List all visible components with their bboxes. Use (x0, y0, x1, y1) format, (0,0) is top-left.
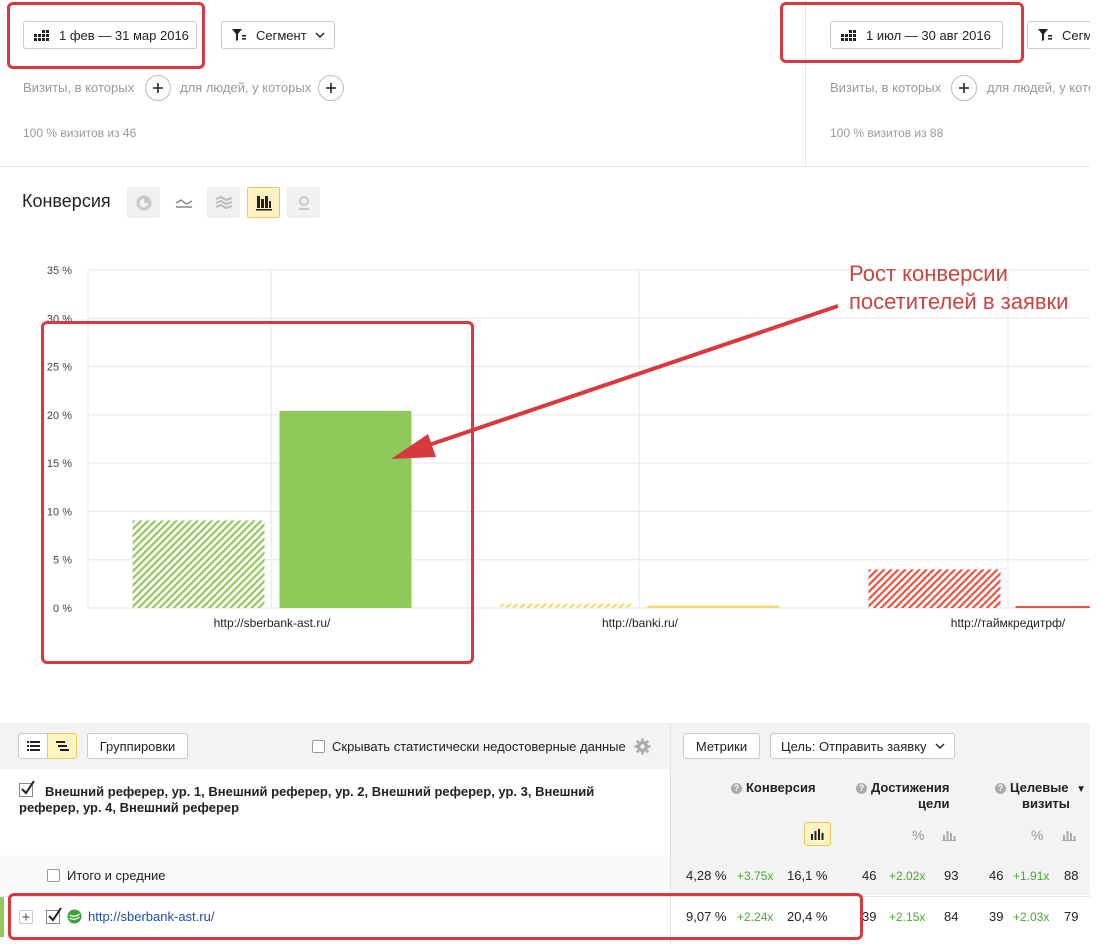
view-area-button[interactable] (207, 187, 240, 218)
add-visits-condition-button-2[interactable] (951, 75, 977, 101)
chart-title: Конверсия (22, 191, 111, 211)
view-bar-button[interactable] (247, 187, 280, 218)
bar-icon (255, 195, 272, 210)
gear-icon[interactable] (634, 738, 651, 760)
y-tick-label: 35 % (47, 265, 72, 277)
view-list-button[interactable] (18, 733, 48, 759)
sort-desc-icon[interactable]: ▼ (1076, 784, 1086, 795)
help-icon[interactable]: ? (731, 783, 742, 794)
dimensions-header-cell: Внешний реферер, ур. 1, Внешний реферер,… (0, 769, 670, 855)
segment-button-2[interactable]: Сегмент (1027, 21, 1090, 49)
annotation-line-1: Рост конверсии (849, 261, 1008, 286)
metrics-label: Метрики (695, 738, 748, 754)
totals-conv-b: 16,1 % (787, 868, 828, 883)
bar-icon (811, 828, 824, 840)
header-separator (0, 166, 1090, 167)
bar-period1-2[interactable] (500, 603, 633, 608)
bar-icon (1062, 831, 1076, 841)
totals-row: Итого и средние 4,28 % +3.75x 16,1 % 46 … (0, 855, 1090, 895)
totals-visits-ratio: +1.91x (1013, 869, 1050, 883)
view-pie-button[interactable] (127, 187, 160, 218)
bar-period1-3[interactable] (868, 569, 1001, 608)
table-header: Внешний реферер, ур. 1, Внешний реферер,… (0, 769, 1090, 855)
totals-conv-ratio: +3.75x (737, 869, 774, 883)
x-category-label: http://banki.ru/ (602, 616, 679, 630)
row-goal-ratio: +2.15x (889, 910, 926, 924)
highlight-sberbank-bars (41, 321, 474, 664)
highlight-date-range-1 (7, 2, 205, 69)
people-condition-label-2: для людей, у которых (987, 80, 1090, 95)
add-people-condition-button-1[interactable] (318, 75, 344, 101)
row-color-marker (0, 897, 4, 937)
segment-summary-2: 100 % визитов из 88 (830, 126, 944, 140)
bar-period2-2[interactable] (647, 605, 780, 608)
goal-select[interactable]: Цель: Отправить заявку (770, 733, 955, 759)
totals-goal-b: 93 (944, 868, 959, 883)
row-goal-b: 84 (944, 909, 959, 924)
plus-icon (153, 83, 163, 93)
visits-chart-toggle[interactable] (1062, 828, 1076, 846)
column-header-conversion[interactable]: ? Конверсия (731, 780, 816, 795)
column-header-target-visits-line2: визиты (1022, 796, 1070, 811)
totals-checkbox[interactable] (47, 869, 60, 882)
people-condition-label-1: для людей, у которых (180, 80, 312, 95)
groupings-label: Группировки (99, 738, 176, 754)
area-icon (215, 195, 232, 209)
goals-chart-toggle[interactable] (942, 828, 956, 846)
filter-icon (1038, 29, 1052, 41)
filter-icon (232, 29, 246, 41)
help-icon[interactable]: ? (995, 783, 1006, 794)
goal-select-label: Цель: Отправить заявку (781, 738, 927, 754)
highlight-date-range-2 (780, 2, 1024, 63)
hide-unreliable-checkbox[interactable] (312, 740, 325, 753)
segment-button-1[interactable]: Сегмент (221, 21, 335, 49)
visits-condition-label-2: Визиты, в которых (830, 80, 942, 95)
row-visits-a: 39 (989, 909, 1004, 924)
goals-percent-toggle[interactable]: % (912, 827, 924, 843)
chevron-down-icon (315, 32, 325, 38)
hide-unreliable-label: Скрывать статистически недостоверные дан… (332, 739, 626, 754)
x-category-label: http://таймкредитрф/ (951, 616, 1066, 630)
metrics-button[interactable]: Метрики (683, 733, 760, 759)
map-icon (298, 195, 309, 210)
row-visits-ratio: +2.03x (1013, 910, 1050, 924)
tree-icon (55, 741, 69, 751)
column-header-target-visits[interactable]: ? Целевые ▼ (995, 780, 1086, 795)
view-line-button[interactable] (167, 187, 200, 218)
visits-percent-toggle[interactable]: % (1031, 827, 1043, 843)
segment-label-2: Сегмент (1062, 27, 1090, 43)
pie-icon (136, 195, 151, 210)
totals-visits-a: 46 (989, 868, 1004, 883)
bar-icon (942, 831, 956, 841)
add-visits-condition-button-1[interactable] (145, 75, 171, 101)
list-icon (26, 741, 40, 751)
segment-summary-1: 100 % визитов из 46 (23, 126, 137, 140)
line-icon (175, 198, 192, 208)
totals-goal-a: 46 (862, 868, 877, 883)
column-header-goals-line2: цели (918, 796, 950, 811)
chevron-down-icon (935, 743, 945, 749)
segment-label-1: Сегмент (256, 27, 307, 43)
annotation-text: Рост конверсии посетителей в заявки (849, 260, 1068, 316)
plus-icon (326, 83, 336, 93)
dimensions-header-text: Внешний реферер, ур. 1, Внешний реферер,… (19, 784, 595, 815)
visits-condition-label-1: Визиты, в которых (23, 80, 135, 95)
row-goal-a: 39 (862, 909, 877, 924)
totals-goal-ratio: +2.02x (889, 869, 926, 883)
plus-icon (959, 83, 969, 93)
conversion-chart-toggle[interactable] (804, 822, 831, 846)
groupings-button[interactable]: Группировки (87, 733, 188, 759)
row-visits-b: 79 (1064, 909, 1079, 924)
highlight-sberbank-row (8, 893, 863, 940)
column-header-goals[interactable]: ? Достижения (856, 780, 949, 795)
totals-conv-a: 4,28 % (686, 868, 727, 883)
annotation-line-2: посетителей в заявки (849, 289, 1069, 314)
view-map-button[interactable] (287, 187, 320, 218)
view-tree-button[interactable] (47, 733, 77, 759)
help-icon[interactable]: ? (856, 783, 867, 794)
totals-visits-b: 88 (1064, 868, 1079, 883)
totals-label: Итого и средние (67, 868, 166, 883)
bar-period2-3[interactable] (1015, 606, 1091, 608)
table-toolbar: Группировки Скрывать статистически недос… (0, 723, 1090, 769)
